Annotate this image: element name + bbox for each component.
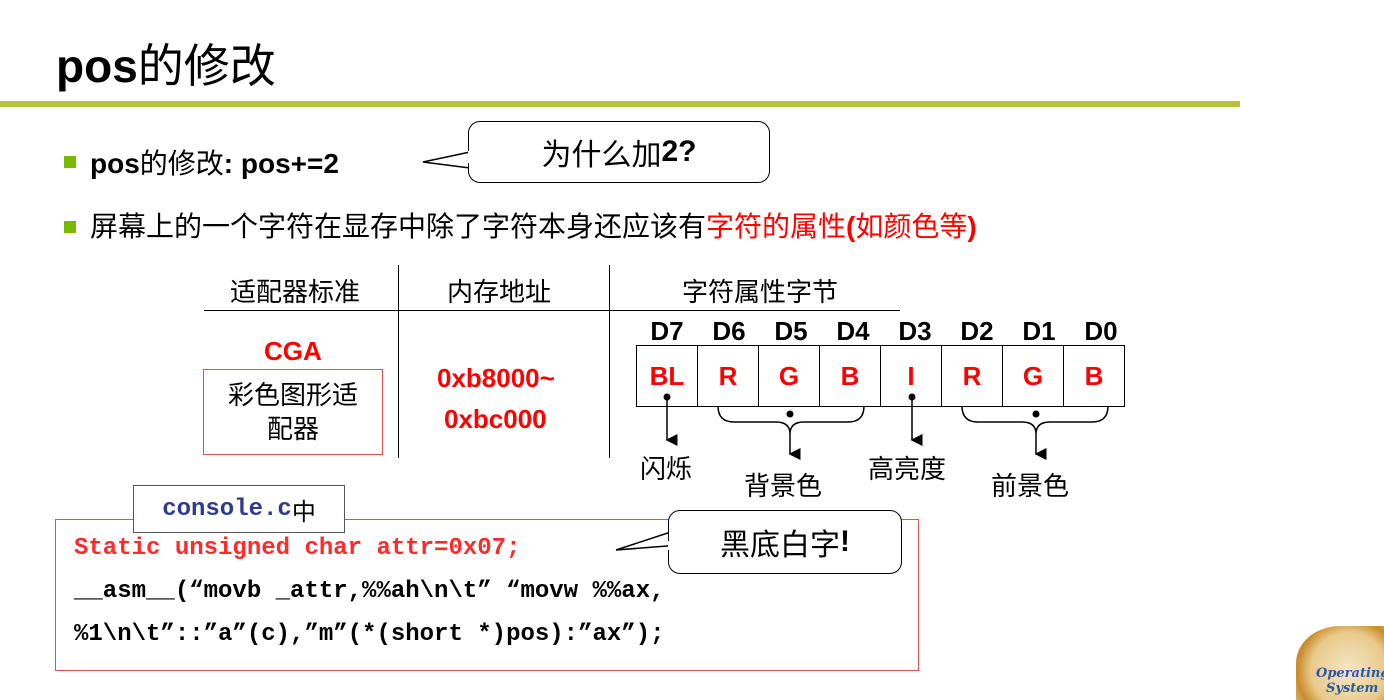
bit-label-d3: D3	[898, 316, 932, 346]
header-memory-address: 内存地址	[447, 277, 552, 307]
callout-why-gap	[468, 151, 472, 163]
bit-label-d1: D1	[1022, 316, 1056, 346]
bit-label-d0: D0	[1084, 316, 1118, 346]
bit-labels-row: D7 D6 D5 D4 D3 D2 D1 D0	[636, 316, 1132, 347]
page-title: pos的修改	[56, 40, 276, 92]
header-adapter-standard: 适配器标准	[230, 277, 361, 307]
bit-label-d7: D7	[650, 316, 684, 346]
callout-why-add-2: 为什么加 2?	[468, 121, 770, 183]
callout-black-gap	[668, 541, 672, 550]
bullet-marker-2	[64, 221, 76, 233]
source-file-tab: console.c 中	[133, 485, 345, 533]
operating-system-logo: Operating System	[1296, 626, 1384, 700]
annotation-foreground: 前景色	[991, 471, 1070, 501]
address-start: 0xb8000~	[437, 363, 555, 393]
title-underline	[0, 101, 1240, 107]
bit-label-d5: D5	[774, 316, 808, 346]
code-line-3: %1\n\t”::”a”(c),”m”(*(short *)pos):”ax”)…	[74, 621, 665, 648]
bullet-1-text: pos的修改: pos+=2	[90, 148, 339, 179]
bullet-2-text: 屏幕上的一个字符在显存中除了字符本身还应该有字符的属性(如颜色等)	[90, 211, 977, 242]
table-header-rule	[204, 310, 900, 311]
adapter-desc-line-1: 彩色图形适	[227, 380, 358, 410]
bit-label-d6: D6	[712, 316, 746, 346]
annotation-blink: 闪烁	[640, 454, 693, 484]
address-end: 0xbc000	[444, 404, 547, 434]
code-line-2: __asm__(“movb _attr,%%ah\n\t” “movw %%ax…	[74, 578, 665, 605]
bullet-marker-1	[64, 156, 76, 168]
bit-label-d4: D4	[836, 316, 870, 346]
adapter-description-box: 彩色图形适 配器	[203, 369, 383, 455]
code-line-1: Static unsigned char attr=0x07;	[74, 535, 521, 562]
adapter-name: CGA	[264, 336, 322, 366]
table-col-divider-1	[398, 265, 399, 458]
callout-black-bg-white-text: 黑底白字!	[668, 510, 902, 574]
table-col-divider-2	[609, 265, 610, 458]
adapter-desc-line-2: 配器	[266, 414, 319, 444]
header-attribute-byte: 字符属性字节	[682, 277, 839, 307]
annotation-background: 背景色	[744, 471, 823, 501]
bit-label-d2: D2	[960, 316, 994, 346]
annotation-intensity: 高亮度	[868, 454, 947, 484]
